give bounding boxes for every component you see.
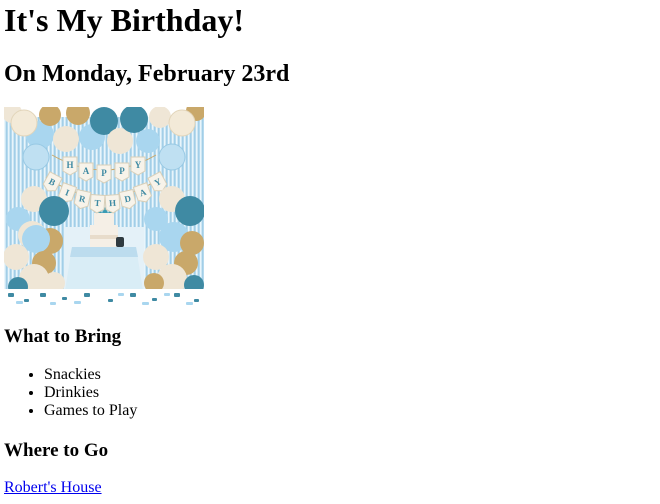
event-date-heading: On Monday, February 23rd (4, 61, 290, 87)
list-item: Drinkies (44, 384, 137, 402)
svg-text:A: A (83, 166, 90, 176)
birthday-decoration-image: H A P P Y B I R T H D A Y (4, 107, 204, 307)
where-to-go-heading: Where to Go (4, 440, 109, 461)
svg-text:H: H (66, 160, 73, 170)
list-item: Games to Play (44, 402, 137, 420)
svg-text:P: P (119, 166, 125, 176)
svg-text:T: T (94, 198, 101, 208)
what-to-bring-heading: What to Bring (4, 326, 122, 347)
location-link[interactable]: Robert's House (4, 479, 102, 496)
location-paragraph: Robert's House (4, 479, 102, 497)
page-title: It's My Birthday! (4, 2, 244, 38)
bring-list: Snackies Drinkies Games to Play (4, 366, 137, 420)
svg-text:Y: Y (135, 160, 142, 170)
svg-text:H: H (109, 198, 117, 208)
list-item: Snackies (44, 366, 137, 384)
svg-text:P: P (101, 168, 107, 178)
